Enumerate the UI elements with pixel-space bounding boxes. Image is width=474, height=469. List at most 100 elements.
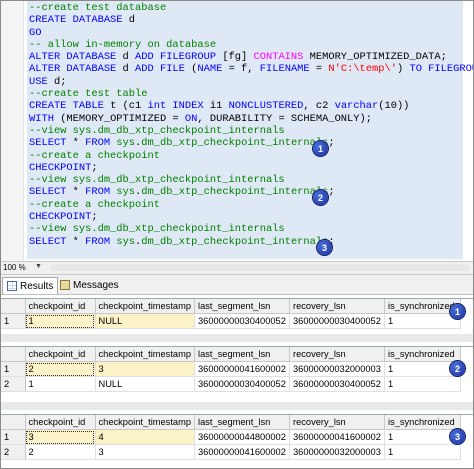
code-line[interactable]: --view sys.dm_db_xtp_checkpoint_internal… xyxy=(29,125,473,137)
code-token: GO xyxy=(29,26,42,39)
code-token: ALTER DATABASE xyxy=(29,63,117,76)
grid-corner[interactable] xyxy=(1,415,26,430)
column-header[interactable]: checkpoint_timestamp xyxy=(95,415,195,430)
code-line[interactable]: --create test database xyxy=(29,2,473,14)
grid-cell[interactable]: 3 xyxy=(95,361,195,377)
column-header[interactable]: last_segment_lsn xyxy=(194,415,290,430)
column-header[interactable]: checkpoint_id xyxy=(25,415,96,430)
column-header[interactable]: last_segment_lsn xyxy=(194,347,290,362)
tab-results[interactable]: Results xyxy=(2,277,59,294)
column-header[interactable]: checkpoint_timestamp xyxy=(95,347,195,362)
code-line[interactable]: GO xyxy=(29,26,473,39)
grid-cell[interactable]: 1 xyxy=(384,376,461,392)
code-line[interactable]: --create test table xyxy=(29,88,473,100)
table-row[interactable]: 1 2 3 36000000041600002 36000000032000003 1 xyxy=(1,361,461,377)
code-token: ; xyxy=(328,186,335,199)
code-token: ON xyxy=(184,112,198,125)
code-token: [fg] xyxy=(216,51,254,64)
table-row[interactable]: 1 3 4 36000000044800002 36000000041600002 1 xyxy=(1,429,461,445)
grid-cell[interactable]: NULL xyxy=(95,376,195,392)
column-header[interactable]: recovery_lsn xyxy=(289,299,385,314)
code-line[interactable]: --view sys.dm_db_xtp_checkpoint_internal… xyxy=(29,174,473,186)
code-line[interactable]: SELECT * FROM sys.dm_db_xtp_checkpoint_i… xyxy=(29,235,473,248)
row-number[interactable]: 1 xyxy=(1,361,26,377)
grid-cell[interactable]: 1 xyxy=(384,313,461,329)
table-row[interactable]: 2 2 3 36000000041600002 36000000032000003 1 xyxy=(1,444,461,460)
tab-results-label: Results xyxy=(20,280,54,292)
code-token: ) xyxy=(396,63,410,76)
grid-cell[interactable]: 3 xyxy=(95,444,195,460)
grid-cell[interactable]: 2 xyxy=(25,444,96,460)
marker-icon-2: 2 xyxy=(313,190,328,205)
table-row[interactable]: 1 1 NULL 36000000030400052 36000000030400052… xyxy=(1,313,461,329)
code-token: ALTER DATABASE xyxy=(29,51,117,64)
horizontal-scrollbar[interactable] xyxy=(51,264,469,271)
code-line[interactable]: WITH (MEMORY_OPTIMIZED = ON, DURABILITY … xyxy=(29,112,473,125)
column-header[interactable]: recovery_lsn xyxy=(289,347,385,362)
grid-cell[interactable]: 36000000030400052 xyxy=(289,376,385,392)
code-line[interactable]: CREATE DATABASE d xyxy=(29,14,473,27)
zoom-dropdown-icon[interactable]: ▼ xyxy=(35,263,43,271)
grid-cell[interactable]: 36000000041600002 xyxy=(289,429,385,445)
grid-corner[interactable] xyxy=(1,347,26,362)
grid-cell[interactable]: 36000000032000003 xyxy=(289,444,385,460)
grid-cell[interactable]: 2 xyxy=(25,361,96,377)
result-grid-2[interactable]: checkpoint_id checkpoint_timestamp last_se… xyxy=(1,346,473,392)
column-header[interactable]: is_synchronized xyxy=(384,415,461,430)
row-number[interactable]: 1 xyxy=(1,429,26,445)
grid-cell[interactable]: NULL xyxy=(95,313,195,329)
row-number[interactable]: 2 xyxy=(1,444,26,460)
column-header[interactable]: recovery_lsn xyxy=(289,415,385,430)
code-line[interactable]: CHECKPOINT; xyxy=(29,162,473,174)
table-row[interactable]: 2 1 NULL 36000000030400052 36000000030400052… xyxy=(1,376,461,392)
code-line[interactable]: -- allow in-memory on database xyxy=(29,38,473,51)
grid-cell[interactable]: 1 xyxy=(384,444,461,460)
grid-cell[interactable]: 36000000032000003 xyxy=(289,361,385,377)
code-line[interactable]: CHECKPOINT; xyxy=(29,211,473,224)
code-token: dm_db_xtp_checkpoint_internals xyxy=(141,186,329,199)
code-token: ; xyxy=(328,137,335,150)
code-text[interactable]: --create test database CREATE DATABASE dG… xyxy=(29,2,473,248)
result-grid-3[interactable]: checkpoint_id checkpoint_timestamp last_se… xyxy=(1,414,473,460)
code-token: FROM xyxy=(85,235,111,248)
code-token: N'C:\temp\' xyxy=(328,63,397,76)
tab-messages[interactable]: Messages xyxy=(56,277,123,293)
grid-cell[interactable]: 1 xyxy=(25,313,96,329)
grid-cell[interactable]: 36000000030400052 xyxy=(194,376,290,392)
query-editor[interactable]: --create test database CREATE DATABASE dG… xyxy=(1,1,473,261)
row-number[interactable]: 2 xyxy=(1,376,26,392)
zoom-level[interactable]: 100 % xyxy=(3,262,26,273)
code-token: int INDEX xyxy=(147,100,204,113)
column-header[interactable]: checkpoint_id xyxy=(25,347,96,362)
code-line[interactable]: --create a checkpoint xyxy=(29,199,473,211)
grid-cell[interactable]: 4 xyxy=(95,429,195,445)
grid-cell[interactable]: 36000000030400052 xyxy=(289,313,385,329)
grid-corner[interactable] xyxy=(1,299,26,314)
code-token: CHECKPOINT xyxy=(29,211,92,224)
grid-cell[interactable]: 36000000044800002 xyxy=(194,429,290,445)
grid-cell[interactable]: 1 xyxy=(25,376,96,392)
code-line[interactable]: --create a checkpoint xyxy=(29,150,473,162)
code-line[interactable]: SELECT * FROM sys.dm_db_xtp_checkpoint_i… xyxy=(29,137,473,150)
code-line[interactable]: SELECT * FROM sys.dm_db_xtp_checkpoint_i… xyxy=(29,186,473,199)
code-token: -- allow in-memory on database xyxy=(29,38,217,51)
code-token: d; xyxy=(47,75,67,88)
column-header[interactable]: last_segment_lsn xyxy=(194,299,290,314)
grid-cell[interactable]: 36000000041600002 xyxy=(194,444,290,460)
code-line[interactable]: --view sys.dm_db_xtp_checkpoint_internal… xyxy=(29,223,473,235)
code-token: = f, xyxy=(222,63,260,76)
grid-cell[interactable]: 3 xyxy=(25,429,96,445)
code-line[interactable]: ALTER DATABASE d ADD FILE (NAME = f, FIL… xyxy=(29,63,473,76)
code-token: d xyxy=(122,14,136,27)
column-header[interactable]: is_synchronized xyxy=(384,347,461,362)
column-header[interactable]: checkpoint_id xyxy=(25,299,96,314)
code-line[interactable]: USE d; xyxy=(29,75,473,88)
code-line[interactable]: ALTER DATABASE d ADD FILEGROUP [fg] CONT… xyxy=(29,51,473,64)
result-grid-1[interactable]: checkpoint_id checkpoint_timestamp last_se… xyxy=(1,298,473,329)
row-number[interactable]: 1 xyxy=(1,313,26,329)
grid-cell[interactable]: 36000000030400052 xyxy=(194,313,290,329)
column-header[interactable]: checkpoint_timestamp xyxy=(95,299,195,314)
grid-cell[interactable]: 36000000041600002 xyxy=(194,361,290,377)
code-line[interactable]: CREATE TABLE t (c1 int INDEX i1 NONCLUST… xyxy=(29,100,473,113)
code-token: --create test database xyxy=(29,2,167,14)
